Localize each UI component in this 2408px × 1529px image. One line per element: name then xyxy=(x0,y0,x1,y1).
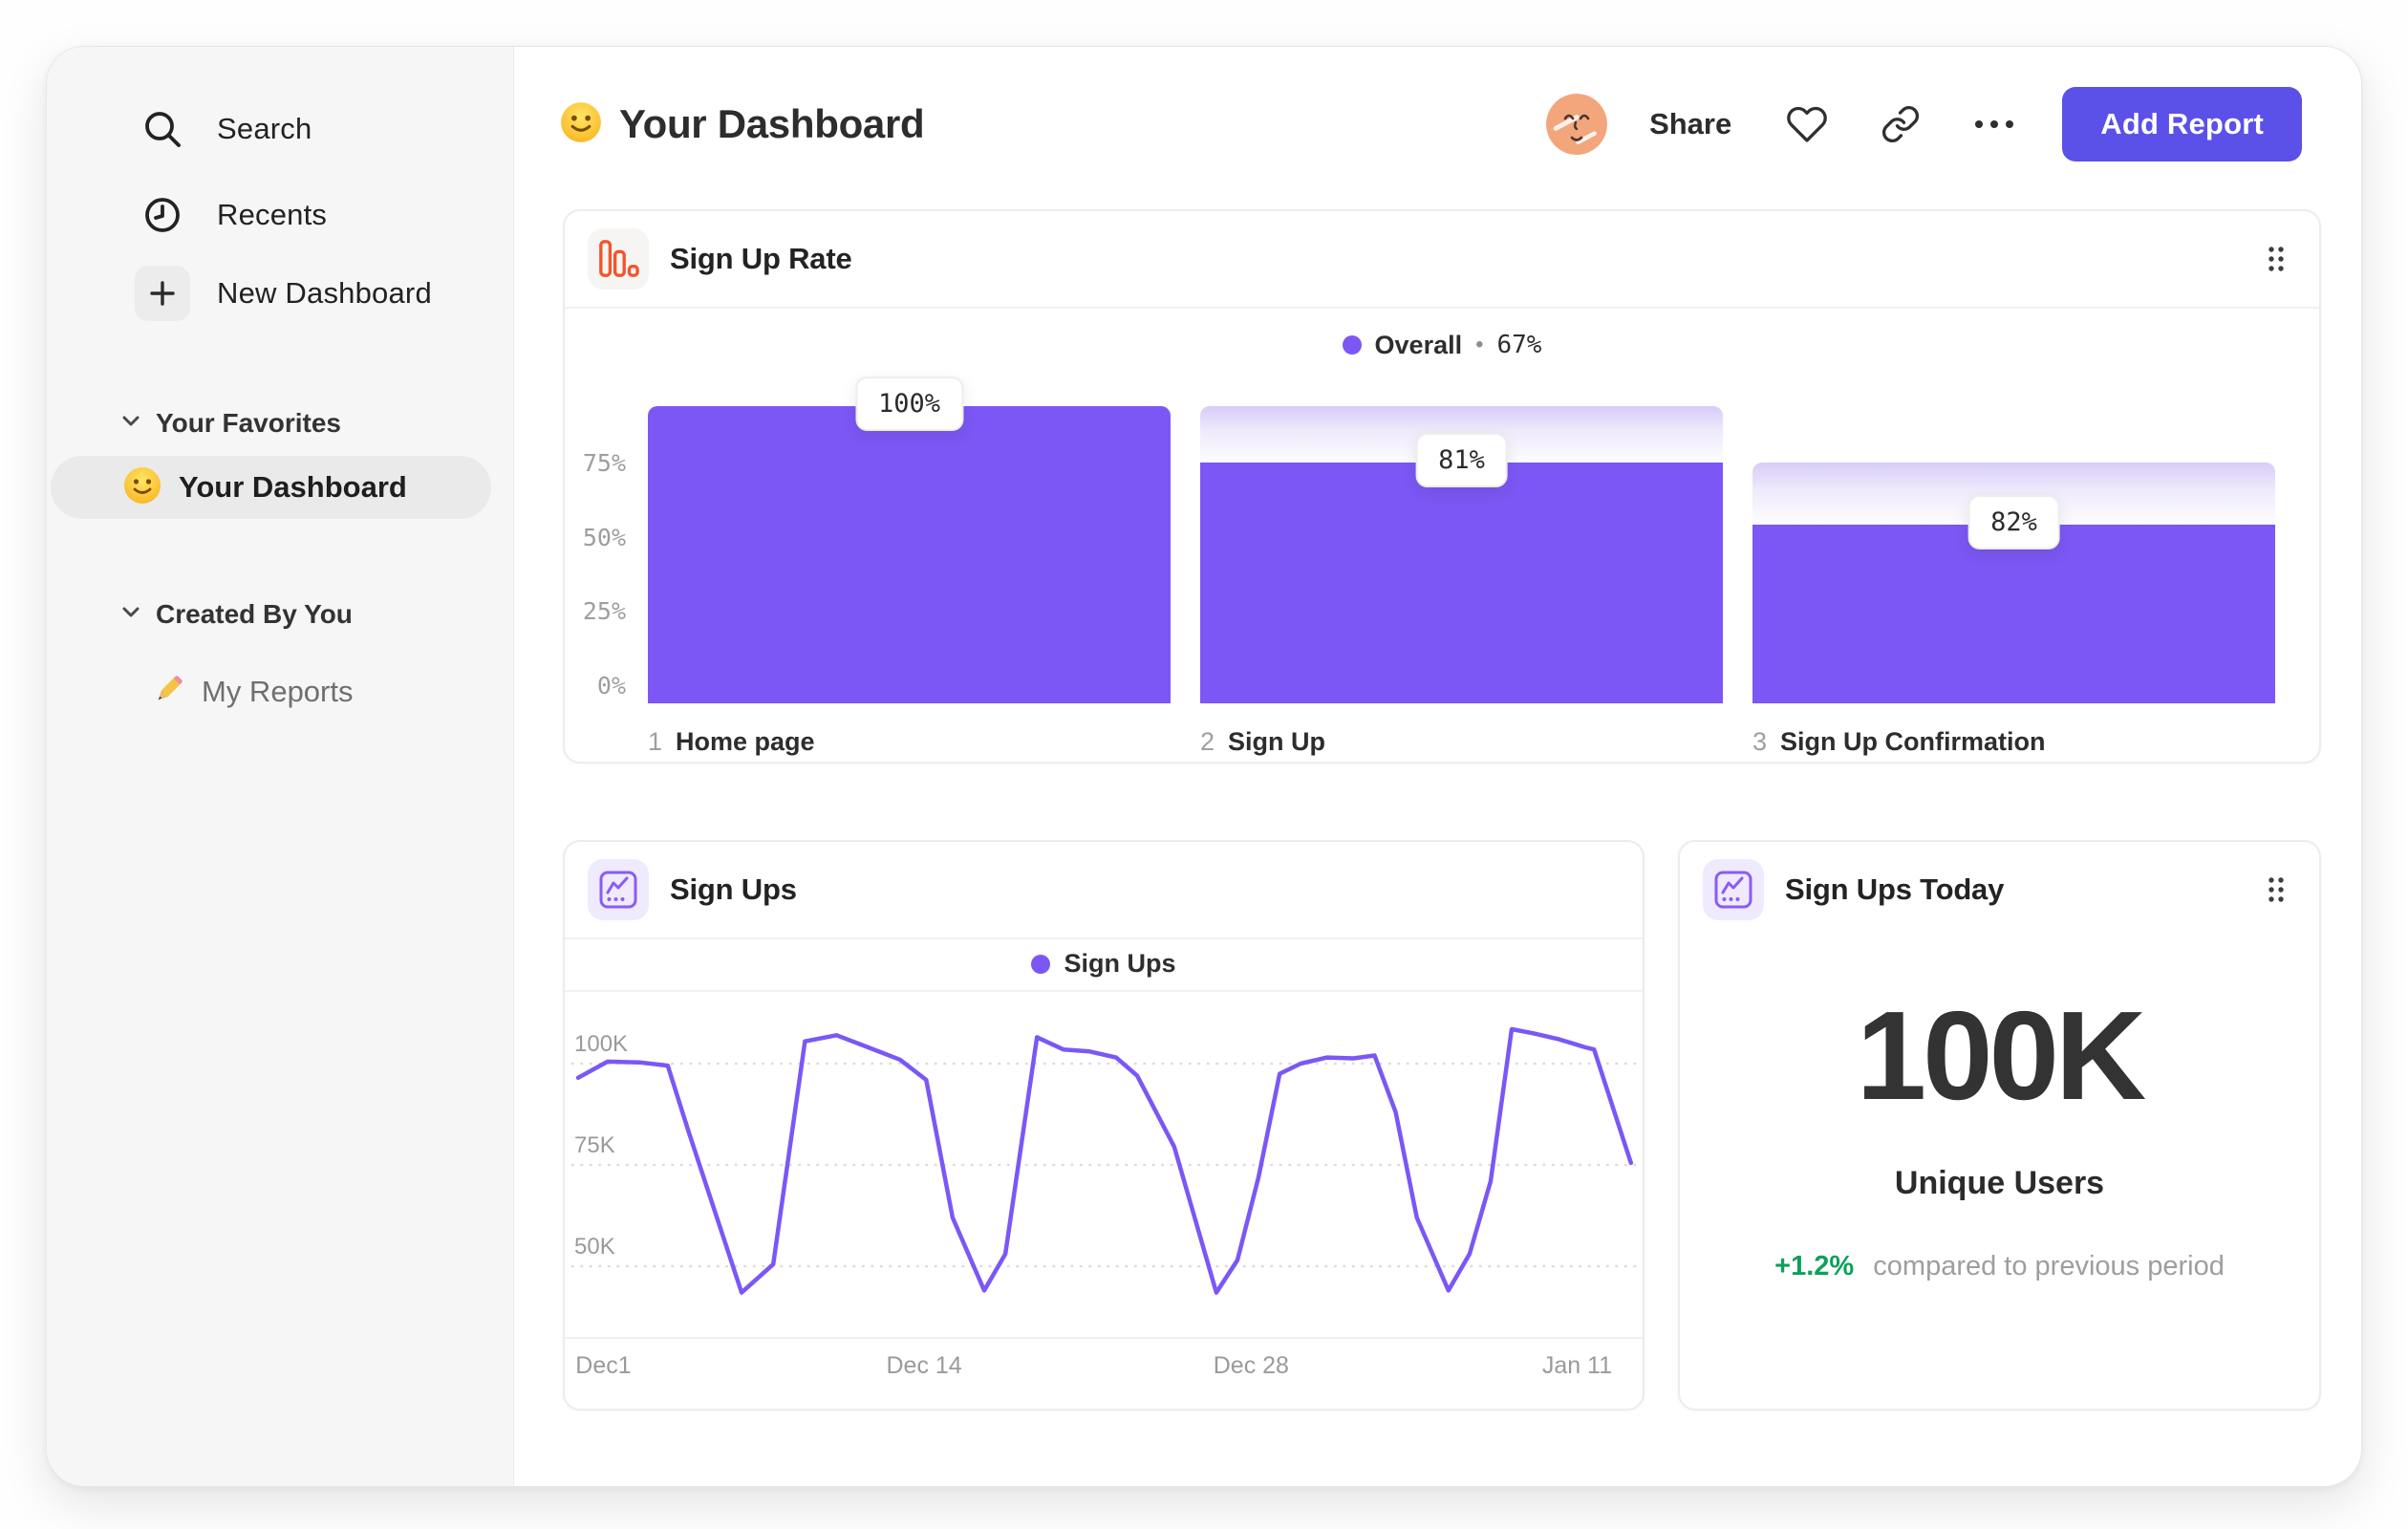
avatar[interactable] xyxy=(1546,94,1608,155)
line-chart-svg xyxy=(570,1026,1641,1295)
plus-icon xyxy=(135,266,190,321)
app-window: Search Recents New Dashboard Your Favori… xyxy=(46,46,2362,1487)
clock-icon xyxy=(135,187,190,243)
sidebar-item-my-reports[interactable]: My Reports xyxy=(150,666,353,718)
sidebar-item-label: New Dashboard xyxy=(217,276,432,310)
sidebar-section-your-favorites[interactable]: Your Favorites xyxy=(121,408,341,439)
card-title: Sign Ups Today xyxy=(1785,872,2005,906)
smiley-emoji xyxy=(123,466,161,509)
stat-delta: +1.2% compared to previous period xyxy=(1680,1251,2319,1282)
signups-line-chart: 100K 75K 50K Dec1 Dec 14 Dec 28 Jan 11 xyxy=(565,842,1643,1409)
conversion-badge: 100% xyxy=(854,377,964,431)
search-icon xyxy=(135,101,190,157)
y-axis-tick: 25% xyxy=(582,597,626,626)
add-report-button[interactable]: Add Report xyxy=(2062,87,2302,162)
stat-value: 100K xyxy=(1856,985,2147,1126)
sidebar-item-label: Search xyxy=(217,112,312,145)
signups-today-card: Sign Ups Today 100K Unique Users +1.2% c… xyxy=(1678,840,2321,1411)
sidebar-item-your-dashboard[interactable]: Your Dashboard xyxy=(51,456,491,519)
sidebar-section-created-by-you[interactable]: Created By You xyxy=(121,599,353,630)
chevron-down-icon xyxy=(121,606,140,623)
header-actions: Share Add Report xyxy=(1546,87,2302,162)
share-button[interactable]: Share xyxy=(1649,107,1731,141)
page-title: Your Dashboard xyxy=(560,101,925,148)
signups-card: Sign Ups Sign Ups 100K 75K 50K Dec1 Dec 14 De… xyxy=(563,840,1645,1411)
funnel-step-label: 1 Home page xyxy=(648,727,815,756)
conversion-badge: 82% xyxy=(1967,495,2060,550)
drag-handle-icon[interactable] xyxy=(2266,874,2287,905)
signup-rate-card: Sign Up Rate Overall • 67% 75% 50% 25% 0% 10… xyxy=(563,209,2321,764)
x-axis-tick: Dec 28 xyxy=(1213,1352,1289,1379)
y-axis-tick: 0% xyxy=(596,672,626,700)
sidebar: Search Recents New Dashboard Your Favori… xyxy=(47,47,514,1486)
funnel-bar[interactable] xyxy=(648,406,1171,703)
funnel-bar[interactable] xyxy=(1752,525,2275,703)
line-chart-icon xyxy=(1703,859,1764,920)
pencil-emoji xyxy=(150,672,186,713)
sidebar-item-recents[interactable]: Recents xyxy=(47,186,513,244)
funnel-step-label: 3 Sign Up Confirmation xyxy=(1752,727,2046,756)
signups-today-card-header: Sign Ups Today xyxy=(1680,842,2319,937)
sidebar-item-label: Recents xyxy=(217,198,328,231)
sidebar-item-search[interactable]: Search xyxy=(47,100,513,158)
copy-link-icon[interactable] xyxy=(1875,98,1926,150)
x-axis-tick: Dec1 xyxy=(575,1352,632,1379)
favorite-heart-icon[interactable] xyxy=(1781,98,1833,150)
chevron-down-icon xyxy=(121,415,140,432)
smiley-emoji xyxy=(560,101,602,148)
section-label: Your Favorites xyxy=(156,408,341,438)
funnel-step-label: 2 Sign Up xyxy=(1200,727,1326,756)
stat-label: Unique Users xyxy=(1894,1165,2105,1201)
dashboard-header: Your Dashboard Share Add Report xyxy=(560,81,2302,167)
delta-caption: compared to previous period xyxy=(1873,1251,2225,1281)
page-title-text: Your Dashboard xyxy=(619,101,925,146)
sidebar-item-label: Your Dashboard xyxy=(179,470,407,504)
sidebar-item-new-dashboard[interactable]: New Dashboard xyxy=(47,265,513,322)
more-options-icon[interactable] xyxy=(1968,98,2020,150)
delta-percent: +1.2% xyxy=(1774,1251,1855,1281)
y-axis-tick: 50% xyxy=(582,523,626,551)
x-axis-tick: Dec 14 xyxy=(886,1352,962,1379)
section-label: Created By You xyxy=(156,599,353,629)
signups-series-line xyxy=(575,1026,1634,1295)
funnel-bar[interactable] xyxy=(1200,463,1723,703)
funnel-chart: 75% 50% 25% 0% 100% 1 Home page 81% 2 Sign Up 82% 3… xyxy=(565,211,2319,762)
conversion-badge: 81% xyxy=(1415,433,1508,488)
sidebar-item-label: My Reports xyxy=(202,675,354,708)
x-axis-tick: Jan 11 xyxy=(1541,1352,1613,1379)
y-axis-tick: 75% xyxy=(582,448,626,477)
